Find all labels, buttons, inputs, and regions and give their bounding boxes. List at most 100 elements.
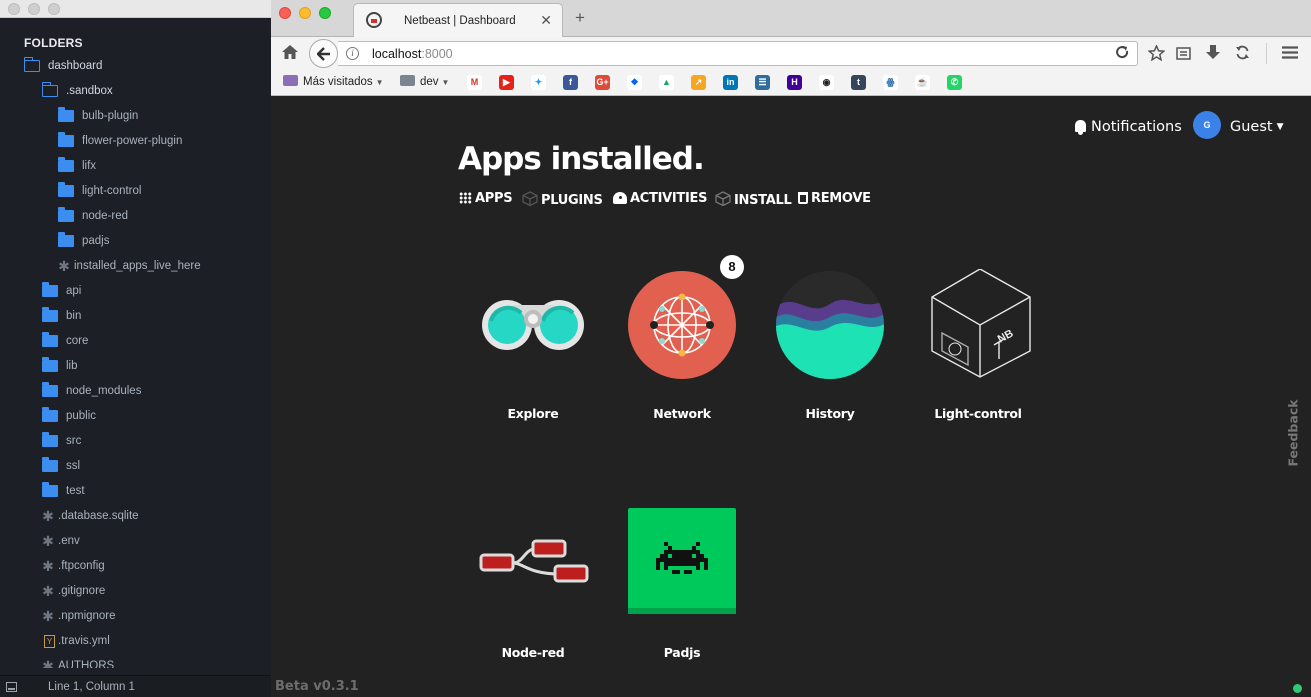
nav-activities[interactable]: ACTIVITIES bbox=[613, 191, 707, 206]
chevron-down-icon: ▼ bbox=[441, 78, 450, 87]
app-history[interactable]: History bbox=[770, 269, 890, 421]
avatar[interactable]: G bbox=[1193, 111, 1221, 139]
reading-list-icon[interactable] bbox=[1176, 46, 1191, 65]
app-explore[interactable]: Explore bbox=[473, 269, 593, 421]
bookmark-octopus-icon[interactable]: ꙮ bbox=[883, 75, 898, 90]
reload-icon[interactable] bbox=[1115, 45, 1129, 62]
tree-item-label: api bbox=[66, 285, 82, 297]
bookmark-google-drive-icon[interactable]: ▲ bbox=[659, 75, 674, 90]
app-label: Node-red bbox=[501, 645, 565, 660]
bookmark-facebook-icon[interactable]: f bbox=[563, 75, 578, 90]
nav-install-label: INSTALL bbox=[734, 193, 792, 208]
bookmark-whatsapp-icon[interactable]: ✆ bbox=[947, 75, 962, 90]
tree-folder[interactable]: bulb-plugin bbox=[0, 105, 271, 127]
bookmark-gmail-icon[interactable]: M bbox=[467, 75, 482, 90]
tree-file[interactable]: ✱ .gitignore bbox=[0, 580, 271, 602]
tree-file[interactable]: ✱ .ftpconfig bbox=[0, 555, 271, 577]
app-node-red[interactable]: Node-red bbox=[473, 508, 593, 660]
app-network[interactable]: 8 Network bbox=[622, 255, 744, 421]
new-tab-button[interactable]: + bbox=[575, 8, 585, 28]
open-folder-icon bbox=[41, 82, 58, 97]
tree-folder[interactable]: core bbox=[0, 330, 271, 352]
url-text[interactable]: localhost:8000 bbox=[372, 47, 453, 61]
editor-titlebar bbox=[0, 0, 271, 18]
tree-folder[interactable]: lifx bbox=[0, 155, 271, 177]
bookmark-folder-dev[interactable]: dev ▼ bbox=[400, 75, 449, 88]
tree-file[interactable]: ✱ installed_apps_live_here bbox=[0, 255, 271, 277]
tree-file[interactable]: ✱ AUTHORS bbox=[0, 655, 271, 668]
notifications-link[interactable]: Notifications bbox=[1075, 119, 1182, 135]
bookmark-stack-icon[interactable]: ☰ bbox=[755, 75, 770, 90]
tree-folder[interactable]: dashboard bbox=[0, 55, 271, 77]
sync-icon[interactable] bbox=[1235, 45, 1250, 65]
bookmark-folder-mas-visitados[interactable]: Más visitados ▼ bbox=[283, 75, 384, 88]
window-minimize-button[interactable] bbox=[299, 7, 311, 19]
editor-sidebar: FOLDERS dashboard .sandbox bulb-plugin flow… bbox=[0, 0, 271, 697]
tree-folder[interactable]: bin bbox=[0, 305, 271, 327]
history-wave-icon bbox=[774, 269, 886, 381]
tree-folder[interactable]: light-control bbox=[0, 180, 271, 202]
bookmark-tumblr-icon[interactable]: t bbox=[851, 75, 866, 90]
editor-zoom-button[interactable] bbox=[48, 3, 60, 15]
tree-folder[interactable]: test bbox=[0, 480, 271, 502]
menu-hamburger-icon[interactable] bbox=[1282, 46, 1298, 64]
bookmark-coffee-icon[interactable]: ☕ bbox=[915, 75, 930, 90]
download-icon[interactable] bbox=[1206, 45, 1220, 66]
tree-folder[interactable]: lib bbox=[0, 355, 271, 377]
tree-folder[interactable]: node_modules bbox=[0, 380, 271, 402]
app-label: Light-control bbox=[934, 406, 1022, 421]
file-icon: ✱ bbox=[42, 583, 54, 599]
tree-folder[interactable]: public bbox=[0, 405, 271, 427]
tree-file[interactable]: ✱ .database.sqlite bbox=[0, 505, 271, 527]
bookmark-twitter-icon[interactable]: ✦ bbox=[531, 75, 546, 90]
folder-icon bbox=[58, 207, 74, 222]
tree-folder[interactable]: src bbox=[0, 430, 271, 452]
editor-close-button[interactable] bbox=[8, 3, 20, 15]
tab-close-icon[interactable]: ✕ bbox=[540, 12, 552, 29]
bookmark-github-icon[interactable]: ◉ bbox=[819, 75, 834, 90]
window-close-button[interactable] bbox=[279, 7, 291, 19]
bookmark-dropbox-icon[interactable]: ❖ bbox=[627, 75, 642, 90]
bookmark-youtube-icon[interactable]: ▶ bbox=[499, 75, 514, 90]
bookmark-analytics-icon[interactable]: ↗ bbox=[691, 75, 706, 90]
tree-item-label: test bbox=[66, 485, 85, 497]
tree-folder[interactable]: api bbox=[0, 280, 271, 302]
panel-toggle-icon[interactable] bbox=[6, 682, 17, 692]
tree-file[interactable]: ✱ .npmignore bbox=[0, 605, 271, 627]
tree-item-label: lifx bbox=[82, 160, 97, 172]
window-zoom-button[interactable] bbox=[319, 7, 331, 19]
app-light-control[interactable]: NB Light-control bbox=[918, 268, 1038, 421]
cube-icon bbox=[715, 191, 731, 207]
bookmark-linkedin-icon[interactable]: in bbox=[723, 75, 738, 90]
app-padjs[interactable]: Padjs bbox=[622, 508, 742, 660]
tree-item-label: src bbox=[66, 435, 82, 447]
nav-remove[interactable]: REMOVE bbox=[798, 191, 871, 206]
dashboard-page: Notifications G Guest ▼ Apps installed. A… bbox=[271, 97, 1311, 697]
site-info-icon[interactable]: i bbox=[346, 47, 359, 60]
app-label: Network bbox=[653, 406, 711, 421]
back-button[interactable] bbox=[309, 39, 338, 68]
nav-plugins[interactable]: PLUGINS bbox=[522, 191, 603, 208]
tree-folder[interactable]: padjs bbox=[0, 230, 271, 252]
netbeast-favicon-icon bbox=[366, 12, 382, 28]
bookmark-heroku-icon[interactable]: H bbox=[787, 75, 802, 90]
tree-folder[interactable]: .sandbox bbox=[0, 80, 271, 102]
nav-apps[interactable]: APPS bbox=[459, 191, 513, 206]
tree-folder[interactable]: ssl bbox=[0, 455, 271, 477]
notifications-label: Notifications bbox=[1091, 119, 1182, 135]
home-icon[interactable] bbox=[282, 45, 298, 64]
tab-netbeast-dashboard[interactable]: Netbeast | Dashboard ✕ bbox=[353, 3, 563, 37]
status-dot bbox=[1293, 684, 1302, 693]
nav-install[interactable]: INSTALL bbox=[715, 191, 792, 208]
url-bar[interactable]: i localhost:8000 bbox=[338, 41, 1138, 66]
bookmark-star-icon[interactable] bbox=[1147, 44, 1166, 66]
bookmark-folder-label: Más visitados bbox=[303, 76, 373, 88]
user-menu[interactable]: Guest ▼ bbox=[1230, 119, 1284, 135]
feedback-tab[interactable]: Feedback bbox=[1283, 397, 1303, 477]
tree-folder[interactable]: flower-power-plugin bbox=[0, 130, 271, 152]
tree-folder[interactable]: node-red bbox=[0, 205, 271, 227]
bookmark-google-plus-icon[interactable]: G+ bbox=[595, 75, 610, 90]
tree-file[interactable]: ✱ .env bbox=[0, 530, 271, 552]
editor-minimize-button[interactable] bbox=[28, 3, 40, 15]
tree-file[interactable]: Y .travis.yml bbox=[0, 630, 271, 652]
